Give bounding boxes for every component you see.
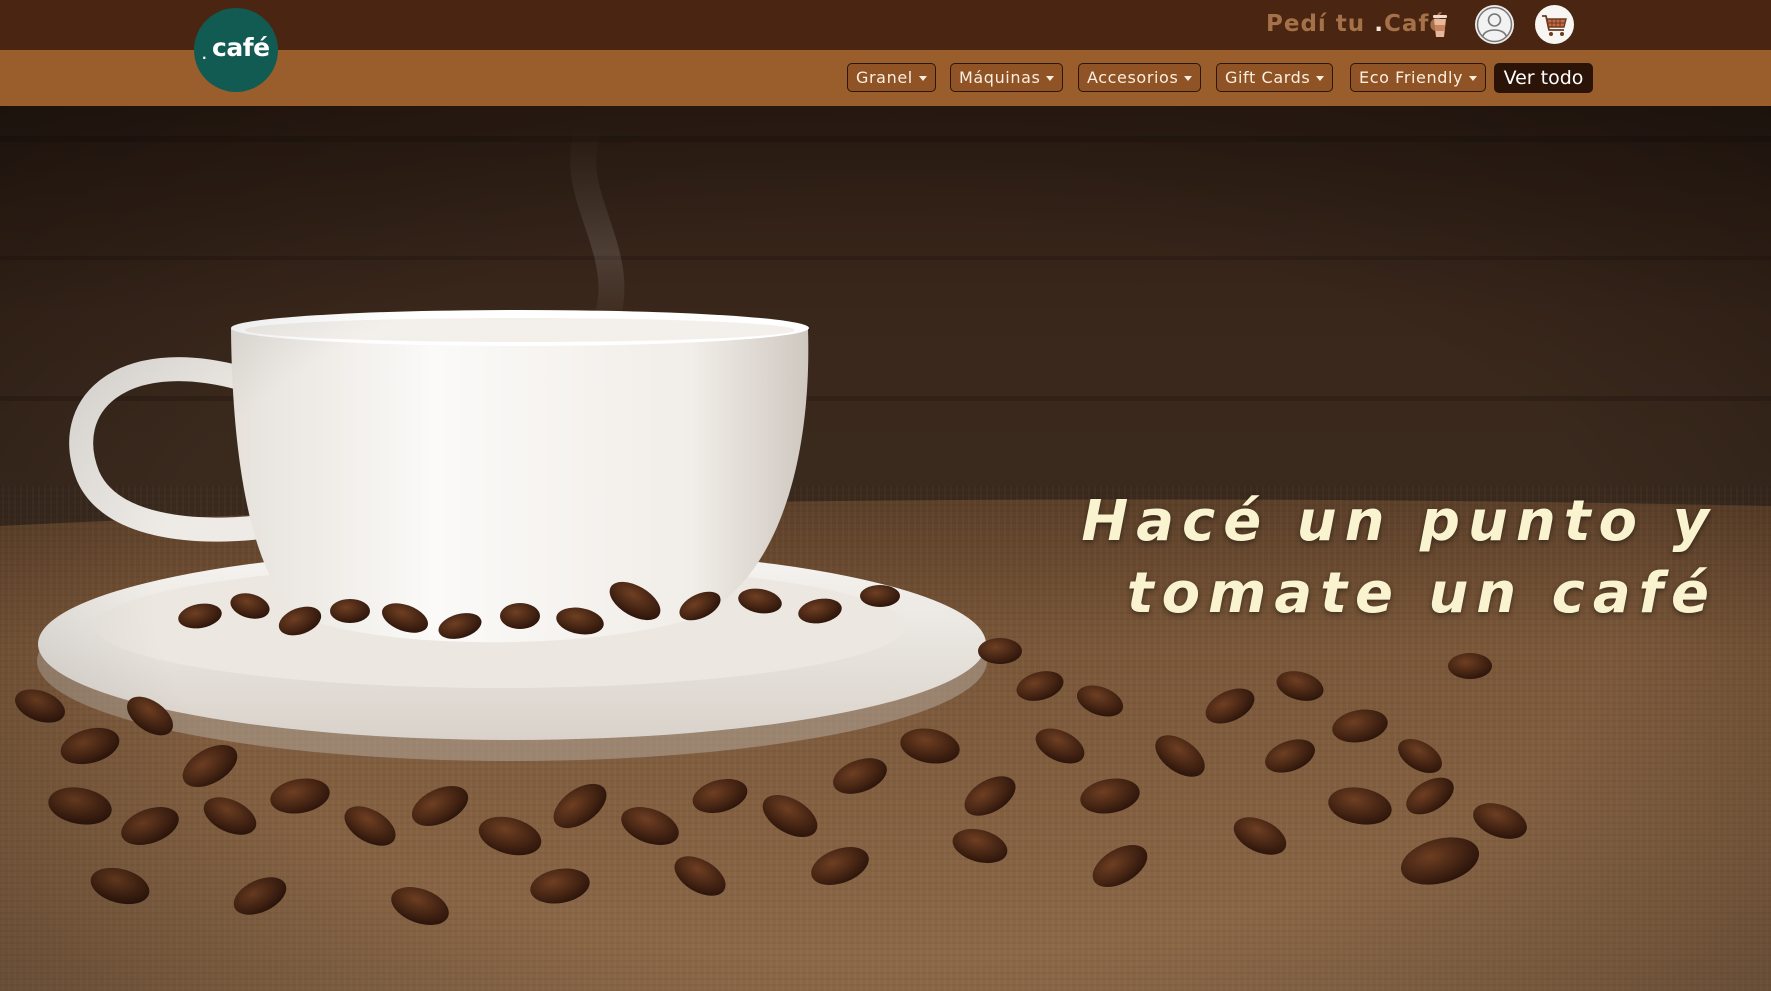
cart-button[interactable] [1535, 5, 1574, 44]
nav-item-label: Máquinas [959, 68, 1041, 87]
hero-headline: Hacé un punto y tomate un café [1081, 486, 1717, 630]
nav-eco-friendly-dropdown[interactable]: Eco Friendly [1350, 63, 1487, 92]
tagline: Pedí tu .Café [1266, 11, 1446, 37]
nav-item-label: Gift Cards [1225, 68, 1311, 87]
ver-todo-button[interactable]: Ver todo [1494, 63, 1593, 93]
hero-banner: Hacé un punto y tomate un café [0, 106, 1771, 991]
tagline-prefix: Pedí tu [1266, 11, 1375, 37]
logo-text: café [212, 33, 270, 62]
nav-item-label: Granel [856, 68, 913, 87]
site-logo[interactable]: . café [194, 8, 278, 92]
logo-dot: . [202, 48, 207, 62]
nav-gift-cards-dropdown[interactable]: Gift Cards [1216, 63, 1334, 92]
nav-granel-dropdown[interactable]: Granel [847, 63, 936, 92]
chevron-down-icon [1469, 75, 1478, 81]
user-account-button[interactable] [1475, 5, 1514, 44]
hero-headline-line-1: Hacé un punto y [1081, 489, 1717, 554]
hero-headline-line-2: tomate un café [1126, 561, 1717, 626]
page: Pedí tu .Café Granel Máquinas Accesorios… [0, 0, 1771, 991]
chevron-down-icon [1046, 75, 1055, 81]
chevron-down-icon [918, 75, 927, 81]
shopping-cart-icon [1536, 6, 1573, 43]
nav-maquinas-dropdown[interactable]: Máquinas [950, 63, 1064, 92]
tagline-dot: . [1374, 11, 1384, 37]
nav-accesorios-dropdown[interactable]: Accesorios [1078, 63, 1202, 92]
user-avatar-icon [1476, 6, 1513, 43]
chevron-down-icon [1184, 75, 1193, 81]
chevron-down-icon [1316, 75, 1325, 81]
nav-item-label: Eco Friendly [1359, 68, 1464, 87]
nav-item-label: Accesorios [1087, 68, 1179, 87]
coffee-cup-icon [1433, 15, 1447, 37]
